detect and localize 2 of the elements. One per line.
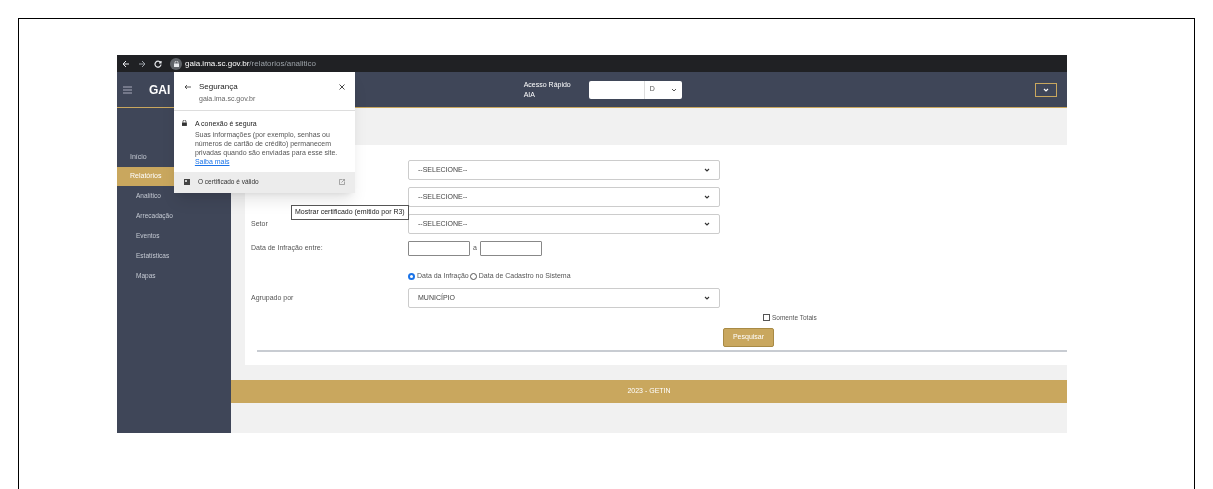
app-logo: GAI bbox=[149, 81, 171, 99]
popup-title: Segurança bbox=[199, 81, 239, 93]
